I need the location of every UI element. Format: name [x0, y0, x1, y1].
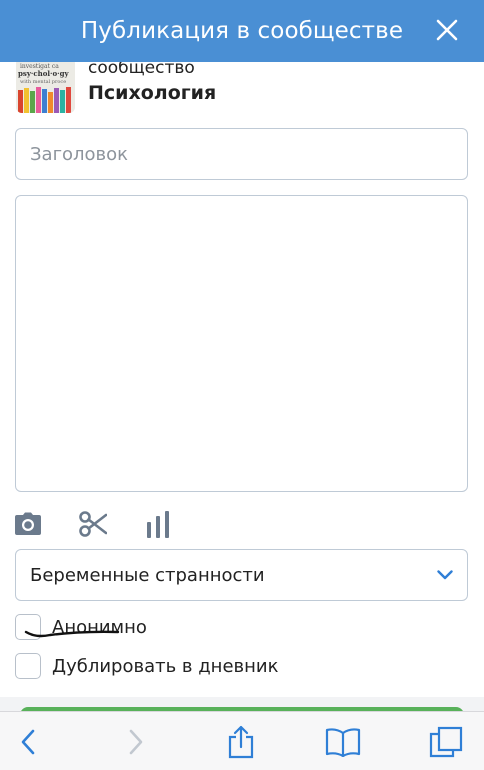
modal-title: Публикация в сообществе [80, 18, 404, 44]
svg-text:with mental proce: with mental proce [20, 79, 66, 85]
add-photo-button[interactable] [12, 508, 44, 540]
tabs-icon [429, 726, 463, 758]
community-info: investigat ca psy·chol·o·gy with mental … [16, 58, 476, 116]
browser-toolbar [0, 711, 484, 770]
duplicate-label: Дублировать в дневник [52, 655, 279, 677]
scissors-icon [79, 511, 107, 537]
close-icon [436, 19, 458, 41]
title-input[interactable] [15, 128, 468, 180]
back-button[interactable] [10, 724, 46, 760]
community-avatar: investigat ca psy·chol·o·gy with mental … [16, 58, 75, 113]
back-icon [21, 729, 35, 755]
chevron-down-icon [437, 570, 453, 580]
share-button[interactable] [223, 724, 259, 760]
forward-icon [129, 729, 143, 755]
add-poll-button[interactable] [142, 508, 174, 540]
rubric-selected-value: Беременные странности [30, 564, 265, 586]
post-body-textarea[interactable] [15, 195, 468, 492]
hand-drawn-underline [24, 630, 120, 638]
rubric-select[interactable]: Беременные странности [15, 549, 468, 601]
community-name[interactable]: Психология [88, 82, 216, 104]
camera-icon [15, 512, 41, 535]
svg-text:psy·chol·o·gy: psy·chol·o·gy [18, 69, 69, 78]
duplicate-checkbox[interactable] [15, 653, 41, 679]
close-button[interactable] [432, 15, 462, 45]
poll-chart-icon [147, 511, 169, 538]
submit-area [0, 697, 484, 717]
duplicate-option[interactable]: Дублировать в дневник [15, 652, 278, 680]
bookmarks-icon [325, 728, 361, 757]
cut-button[interactable] [77, 508, 109, 540]
forward-button[interactable] [118, 724, 154, 760]
share-icon [228, 725, 254, 759]
modal-header: Публикация в сообществе [0, 0, 484, 62]
tabs-button[interactable] [428, 724, 464, 760]
bookmarks-button[interactable] [325, 724, 361, 760]
